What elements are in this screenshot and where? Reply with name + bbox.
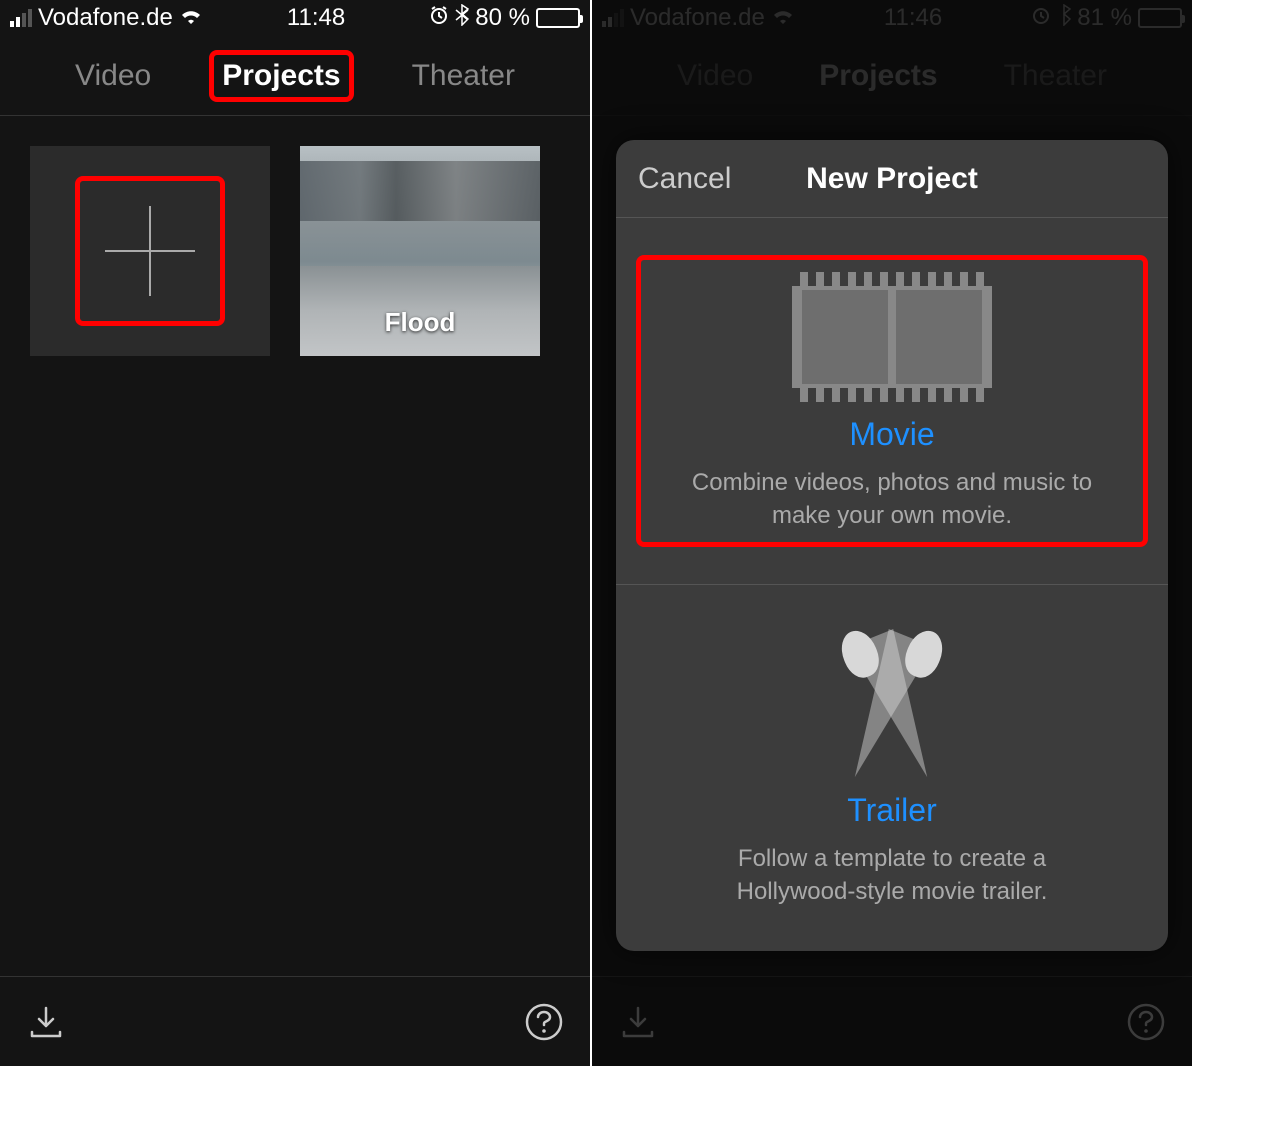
spotlights-icon <box>807 628 977 778</box>
screen-new-project: Vodafone.de 11:46 81 % Video Projects Th… <box>592 0 1192 1066</box>
option-trailer-title: Trailer <box>847 792 936 829</box>
sheet-header: Cancel New Project <box>616 140 1168 218</box>
tab-video[interactable]: Video <box>67 55 159 97</box>
import-icon[interactable] <box>26 1002 66 1042</box>
bluetooth-icon <box>455 4 469 32</box>
clock-label: 11:48 <box>203 4 429 32</box>
signal-icon <box>10 9 32 27</box>
status-right: 80 % <box>429 4 580 32</box>
cancel-button[interactable]: Cancel <box>616 162 731 196</box>
option-movie-title: Movie <box>849 416 934 453</box>
status-left: Vodafone.de <box>10 4 203 32</box>
new-project-sheet: Cancel New Project Movie Combine videos,… <box>616 140 1168 951</box>
alarm-icon <box>429 5 449 31</box>
tab-theater[interactable]: Theater <box>404 55 523 97</box>
carrier-label: Vodafone.de <box>38 4 173 32</box>
option-trailer-desc: Follow a template to create a Hollywood-… <box>682 843 1102 908</box>
projects-grid: Flood <box>0 116 590 386</box>
wifi-icon <box>179 6 203 30</box>
option-movie[interactable]: Movie Combine videos, photos and music t… <box>616 218 1168 585</box>
option-movie-highlight: Movie Combine videos, photos and music t… <box>636 255 1148 547</box>
bottom-toolbar <box>592 976 1192 1066</box>
project-label: Flood <box>385 307 456 338</box>
status-bar: Vodafone.de 11:48 80 % <box>0 0 590 36</box>
option-trailer[interactable]: Trailer Follow a template to create a Ho… <box>616 585 1168 951</box>
help-icon[interactable] <box>1126 1002 1166 1042</box>
bottom-toolbar <box>0 976 590 1066</box>
new-project-tile[interactable] <box>30 146 270 356</box>
help-icon[interactable] <box>524 1002 564 1042</box>
import-icon[interactable] <box>618 1002 658 1042</box>
battery-label: 80 % <box>475 4 530 32</box>
plus-icon <box>75 176 225 326</box>
tab-bar: Video Projects Theater <box>0 36 590 116</box>
project-tile-flood[interactable]: Flood <box>300 146 540 356</box>
tab-projects[interactable]: Projects <box>209 50 353 102</box>
project-thumbnail: Flood <box>300 146 540 356</box>
screen-projects: Vodafone.de 11:48 80 % Video Projects Th… <box>0 0 590 1066</box>
filmstrip-icon <box>792 272 992 402</box>
battery-icon <box>536 8 580 28</box>
option-movie-desc: Combine videos, photos and music to make… <box>682 467 1102 532</box>
